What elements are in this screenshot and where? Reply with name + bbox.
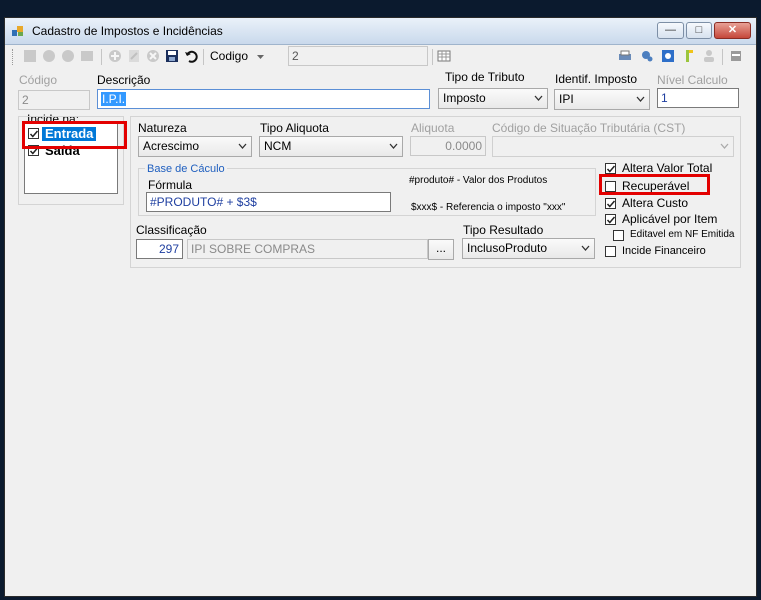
title-bar[interactable]: Cadastro de Impostos e Incidências — □ ✕ (5, 18, 756, 45)
descricao-selected-text: I.P.I. (101, 92, 127, 106)
checkmark-icon (606, 165, 616, 173)
main-window: Cadastro de Impostos e Incidências — □ ✕… (4, 17, 757, 597)
classificacao-desc-input: IPI SOBRE COMPRAS (187, 239, 428, 259)
chevron-down-icon[interactable] (257, 55, 264, 59)
incide-financeiro-label: Incide Financeiro (622, 245, 706, 257)
previous-record-icon[interactable] (42, 49, 56, 63)
close-icon: ✕ (727, 24, 738, 36)
nivel-calculo-label: Nível Calculo (657, 73, 728, 87)
first-record-icon[interactable] (23, 49, 37, 63)
toolbar-separator (203, 49, 204, 65)
cst-label: Código de Situação Tributária (CST) (492, 121, 686, 135)
base-calculo-label: Base de Cáculo (145, 163, 227, 175)
minimize-button[interactable]: — (657, 22, 684, 39)
altera-custo-checkbox[interactable] (605, 198, 616, 209)
tipo-resultado-select[interactable]: InclusoProduto (462, 238, 595, 259)
aplicavel-por-item-label: Aplicável por Item (622, 212, 718, 226)
recuperavel-highlight (599, 174, 710, 195)
tipo-resultado-value: InclusoProduto (467, 241, 548, 255)
chevron-down-icon (636, 96, 645, 102)
exit-icon[interactable] (729, 49, 743, 63)
editavel-nf-emitida-checkbox[interactable] (613, 230, 624, 241)
add-icon[interactable] (108, 49, 122, 63)
toolbar-codigo-input[interactable]: 2 (288, 46, 428, 66)
maximize-icon: □ (695, 24, 703, 36)
print-icon[interactable] (618, 49, 632, 63)
app-icon (12, 26, 23, 36)
incide-financeiro-checkbox[interactable] (605, 246, 616, 257)
checkmark-icon (606, 200, 616, 208)
tipo-tributo-label: Tipo de Tributo (445, 70, 525, 84)
altera-valor-total-checkbox[interactable] (605, 163, 616, 174)
identif-imposto-label: Identif. Imposto (555, 72, 638, 86)
filter-icon[interactable] (682, 49, 696, 63)
chevron-down-icon (389, 143, 398, 149)
window-title: Cadastro de Impostos e Incidências (32, 24, 223, 38)
classificacao-browse-button[interactable]: ... (428, 239, 454, 260)
settings-icon[interactable] (640, 49, 654, 63)
descricao-input[interactable]: I.P.I. (97, 89, 430, 109)
delete-icon[interactable] (146, 49, 160, 63)
aliquota-label: Aliquota (411, 121, 455, 135)
classificacao-label: Classificação (136, 223, 207, 237)
toolbar-separator (722, 49, 723, 65)
entrada-highlight (22, 121, 127, 149)
aplicavel-por-item-checkbox[interactable] (605, 214, 616, 225)
identif-imposto-select[interactable]: IPI (554, 89, 650, 110)
altera-valor-total-label: Altera Valor Total (622, 161, 713, 175)
identif-imposto-value: IPI (559, 92, 574, 106)
chevron-down-icon (238, 143, 247, 149)
minimize-icon: — (665, 24, 676, 36)
tipo-resultado-label: Tipo Resultado (463, 223, 544, 237)
hint-xxx: $xxx$ - Referencia o imposto "xxx" (411, 202, 566, 213)
codigo-label: Código (19, 73, 58, 87)
toolbar-separator (101, 49, 102, 65)
last-record-icon[interactable] (80, 49, 94, 63)
natureza-label: Natureza (138, 121, 187, 135)
editavel-nf-emitida-label: Editavel em NF Emitida (630, 229, 735, 240)
hint-produto: #produto# - Valor dos Produtos (409, 175, 548, 186)
maximize-button[interactable]: □ (686, 22, 712, 39)
toolbar-grip[interactable] (12, 49, 14, 65)
codigo-input[interactable]: 2 (18, 90, 90, 110)
chevron-down-icon (720, 143, 729, 149)
checkmark-icon (606, 216, 616, 224)
formula-label: Fórmula (148, 178, 193, 192)
tipo-aliquota-select[interactable]: NCM (259, 136, 403, 157)
chevron-down-icon (581, 245, 590, 251)
undo-icon[interactable] (184, 49, 198, 63)
user-icon[interactable] (702, 49, 716, 63)
toolbar-separator (432, 49, 433, 65)
edit-icon[interactable] (127, 49, 141, 63)
toolbar: Codigo 2 (5, 45, 756, 69)
altera-custo-label: Altera Custo (622, 196, 689, 210)
report-icon[interactable] (661, 49, 675, 63)
tipo-tributo-value: Imposto (443, 91, 486, 105)
save-icon[interactable] (165, 49, 179, 63)
next-record-icon[interactable] (61, 49, 75, 63)
chevron-down-icon (534, 95, 543, 101)
tipo-tributo-select[interactable]: Imposto (438, 88, 548, 109)
tipo-aliquota-label: Tipo Aliquota (260, 121, 329, 135)
cst-select[interactable] (492, 136, 734, 157)
nivel-calculo-input[interactable]: 1 (657, 88, 739, 108)
tipo-aliquota-value: NCM (264, 139, 292, 153)
natureza-value: Acrescimo (143, 139, 200, 153)
close-button[interactable]: ✕ (714, 22, 751, 39)
natureza-select[interactable]: Acrescimo (138, 136, 252, 157)
classificacao-code-input[interactable]: 297 (136, 239, 183, 259)
toolbar-codigo-label: Codigo (210, 49, 249, 63)
aliquota-input[interactable]: 0.0000 (410, 136, 486, 156)
grid-view-icon[interactable] (437, 49, 451, 63)
formula-input[interactable]: #PRODUTO# + $3$ (146, 192, 391, 212)
descricao-label: Descrição (97, 73, 151, 87)
